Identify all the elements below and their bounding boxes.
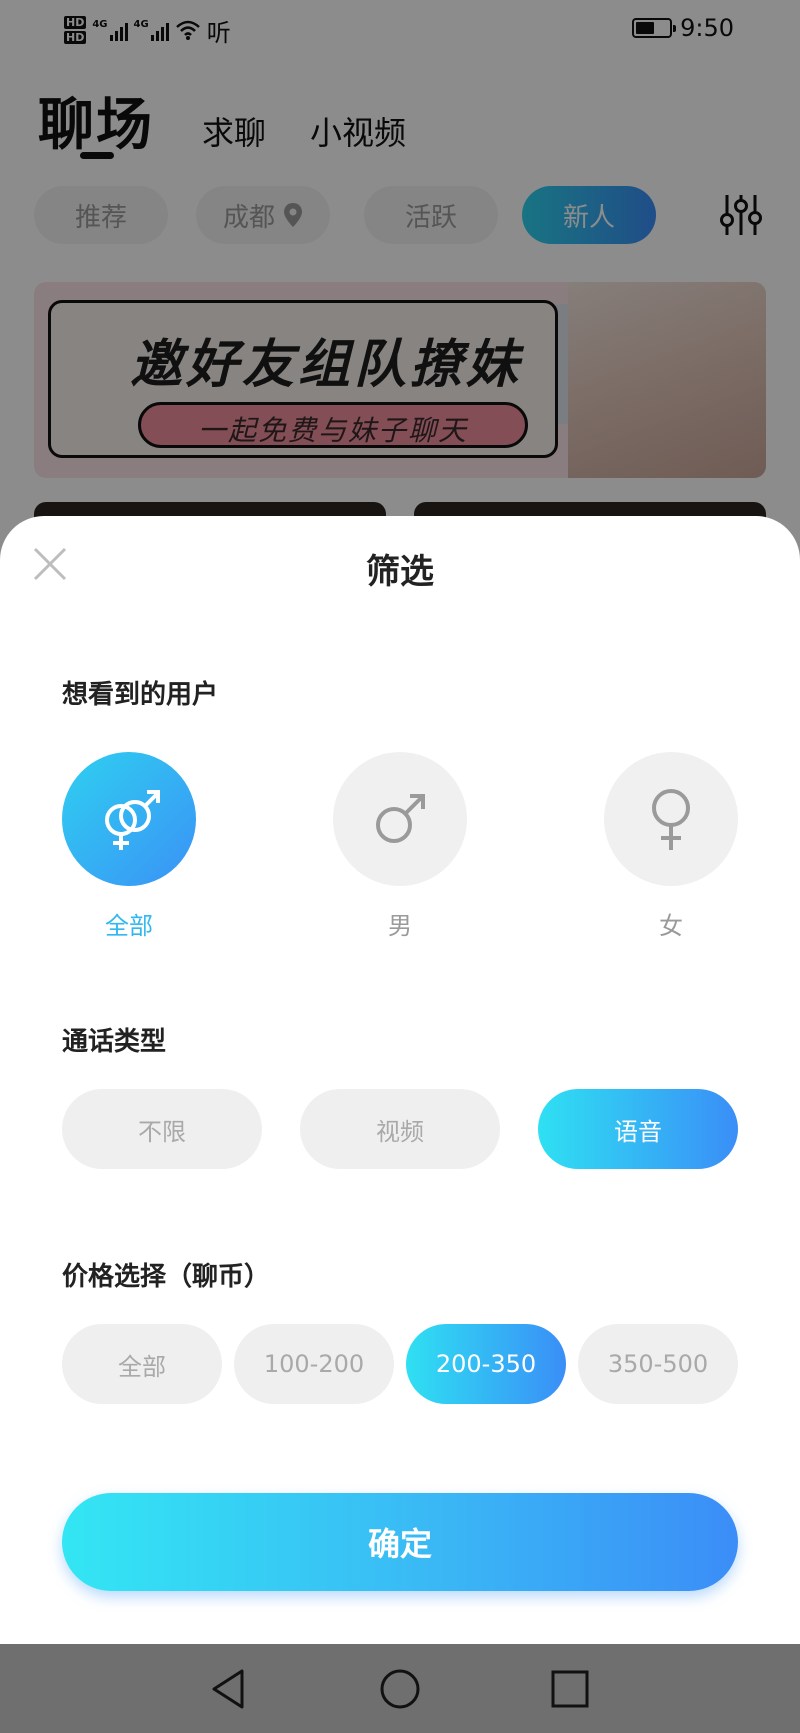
gender-circle[interactable] — [333, 752, 467, 886]
sheet-title: 筛选 — [366, 552, 434, 592]
price-200-350[interactable]: 200-350 — [406, 1324, 566, 1404]
gender-option-all[interactable]: 全部 — [62, 752, 196, 941]
confirm-button[interactable]: 确定 — [62, 1493, 738, 1591]
gender-option-male[interactable]: 男 — [333, 752, 467, 941]
back-triangle-icon[interactable] — [206, 1666, 252, 1712]
gender-option-female[interactable]: 女 — [604, 752, 738, 941]
gender-label: 女 — [659, 912, 683, 940]
gender-circle[interactable] — [62, 752, 196, 886]
system-nav-bar — [0, 1644, 800, 1733]
male-female-icon — [105, 790, 160, 850]
call-type-voice[interactable]: 语音 — [538, 1089, 738, 1169]
section-price-label: 价格选择（聊币） — [62, 1262, 271, 1292]
section-users-label: 想看到的用户 — [62, 680, 219, 710]
filter-sheet: 筛选 想看到的用户 全部 男 女 通话类型 不限 视频 语音 价格选择（聊币） … — [0, 516, 800, 1644]
call-type-video[interactable]: 视频 — [300, 1089, 500, 1169]
price-all[interactable]: 全部 — [62, 1324, 222, 1404]
call-type-unlimited[interactable]: 不限 — [62, 1089, 262, 1169]
section-call-label: 通话类型 — [62, 1027, 167, 1057]
price-350-500[interactable]: 350-500 — [578, 1324, 738, 1404]
female-icon — [652, 789, 690, 850]
gender-circle[interactable] — [604, 752, 738, 886]
gender-label: 全部 — [105, 912, 153, 940]
gender-label: 男 — [388, 912, 412, 940]
recents-square-icon[interactable] — [547, 1666, 593, 1712]
home-circle-icon[interactable] — [377, 1666, 423, 1712]
price-100-200[interactable]: 100-200 — [234, 1324, 394, 1404]
male-icon — [376, 794, 425, 843]
